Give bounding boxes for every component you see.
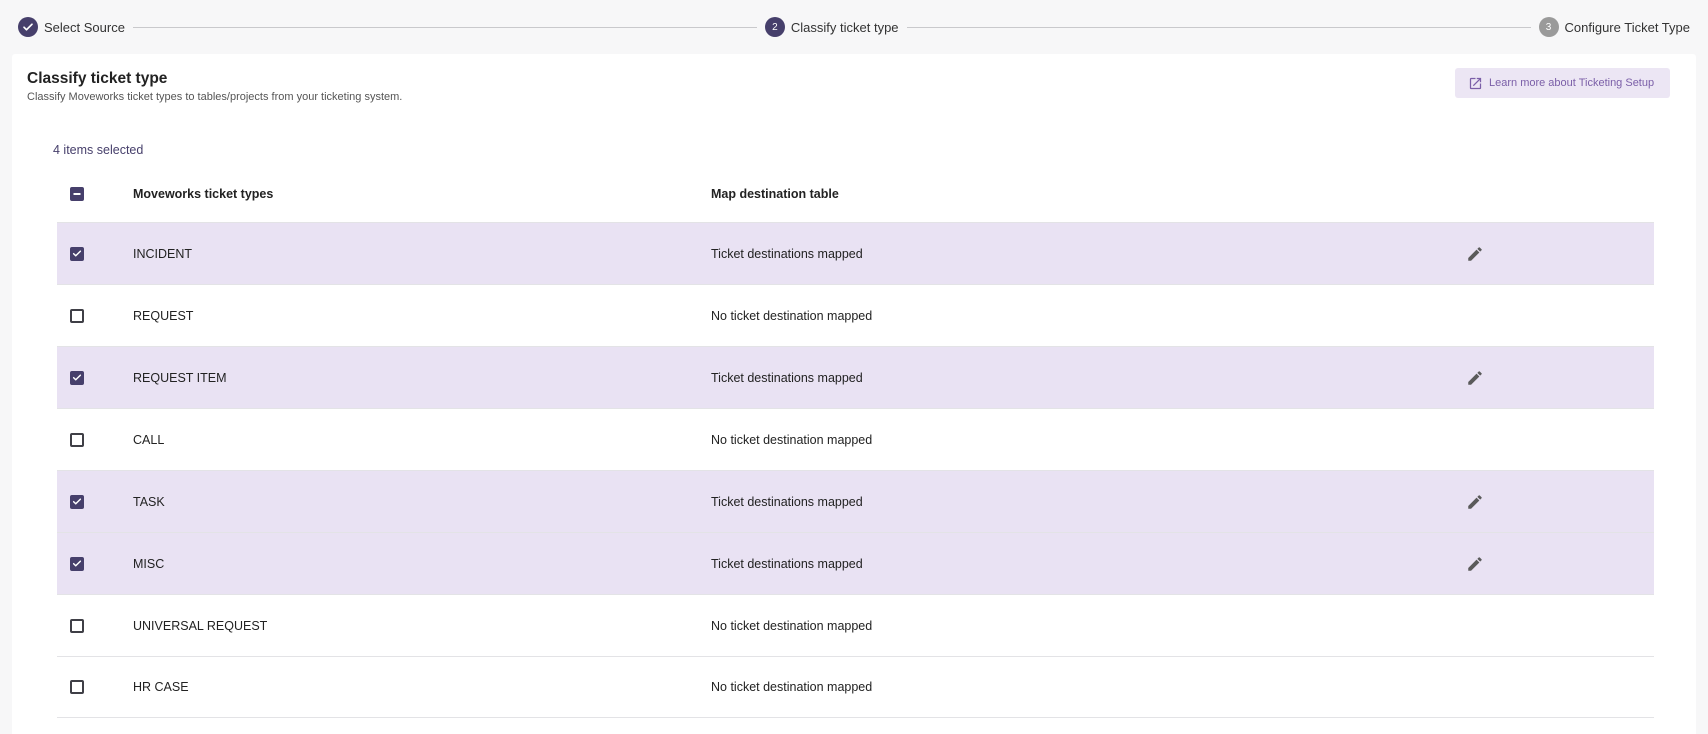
destination-status: Ticket destinations mapped — [711, 494, 863, 509]
column-header-destination: Map destination table — [711, 187, 839, 201]
table-row[interactable]: CALL No ticket destination mapped — [57, 408, 1654, 470]
table-row[interactable]: TASK Ticket destinations mapped — [57, 470, 1654, 532]
destination-status: Ticket destinations mapped — [711, 246, 863, 261]
column-header-type: Moveworks ticket types — [133, 187, 274, 201]
edit-icon[interactable] — [1466, 555, 1484, 573]
ticket-types-table: Moveworks ticket types Map destination t… — [57, 187, 1654, 718]
ticket-type: TASK — [133, 494, 165, 509]
step-select-source[interactable]: Select Source — [18, 17, 125, 37]
learn-more-button[interactable]: Learn more about Ticketing Setup — [1455, 68, 1670, 98]
step-label: Configure Ticket Type — [1564, 19, 1691, 35]
classify-card: Classify ticket type Classify Moveworks … — [12, 54, 1696, 734]
step-connector — [132, 26, 757, 28]
page-title: Classify ticket type — [27, 70, 168, 87]
page-subtitle: Classify Moveworks ticket types to table… — [27, 91, 403, 103]
table-row[interactable]: HR CASE No ticket destination mapped — [57, 656, 1654, 718]
destination-status: Ticket destinations mapped — [711, 370, 863, 385]
step-configure-ticket-type[interactable]: 3 Configure Ticket Type — [1538, 17, 1691, 37]
ticket-type: MISC — [133, 556, 165, 571]
ticket-type: REQUEST ITEM — [133, 370, 227, 385]
row-checkbox[interactable] — [70, 432, 84, 447]
stepper: Select Source 2 Classify ticket type 3 C… — [0, 0, 1708, 54]
edit-icon[interactable] — [1466, 493, 1484, 511]
table-row[interactable]: UNIVERSAL REQUEST No ticket destination m… — [57, 594, 1654, 656]
row-checkbox[interactable] — [70, 680, 84, 694]
ticket-type: INCIDENT — [133, 246, 193, 261]
destination-status: Ticket destinations mapped — [711, 556, 863, 571]
row-checkbox[interactable] — [70, 308, 84, 323]
ticket-type: HR CASE — [133, 680, 189, 694]
ticket-type: UNIVERSAL REQUEST — [133, 618, 268, 633]
row-checkbox[interactable] — [70, 494, 84, 509]
destination-status: No ticket destination mapped — [711, 618, 873, 633]
edit-icon[interactable] — [1466, 369, 1484, 387]
select-all-checkbox[interactable] — [70, 187, 84, 201]
table-row[interactable]: MISC Ticket destinations mapped — [57, 532, 1654, 594]
ticket-type: REQUEST — [133, 308, 194, 323]
step-number: 2 — [764, 17, 785, 37]
selected-count: 4 items selected — [53, 143, 144, 157]
step-label: Classify ticket type — [790, 19, 899, 35]
row-checkbox[interactable] — [70, 370, 84, 385]
row-checkbox[interactable] — [70, 246, 84, 261]
edit-icon[interactable] — [1466, 245, 1484, 263]
step-label: Select Source — [44, 19, 125, 35]
step-number: 3 — [1538, 17, 1559, 37]
step-classify-ticket-type[interactable]: 2 Classify ticket type — [764, 17, 899, 37]
step-connector — [906, 26, 1531, 28]
destination-status: No ticket destination mapped — [711, 308, 873, 323]
destination-status: No ticket destination mapped — [711, 680, 873, 694]
table-header: Moveworks ticket types Map destination t… — [57, 175, 1654, 213]
row-checkbox[interactable] — [70, 556, 84, 571]
ticket-type: CALL — [133, 432, 165, 447]
learn-more-label: Learn more about Ticketing Setup — [1489, 77, 1655, 89]
check-circle-icon — [18, 17, 38, 37]
destination-status: No ticket destination mapped — [711, 432, 873, 447]
row-checkbox[interactable] — [70, 618, 84, 633]
table-body: INCIDENT Ticket destinations mapped REQUES… — [57, 222, 1654, 718]
table-row[interactable]: INCIDENT Ticket destinations mapped — [57, 222, 1654, 284]
open-in-new-icon — [1468, 76, 1483, 91]
table-row[interactable]: REQUEST No ticket destination mapped — [57, 284, 1654, 346]
table-row[interactable]: REQUEST ITEM Ticket destinations mapped — [57, 346, 1654, 408]
